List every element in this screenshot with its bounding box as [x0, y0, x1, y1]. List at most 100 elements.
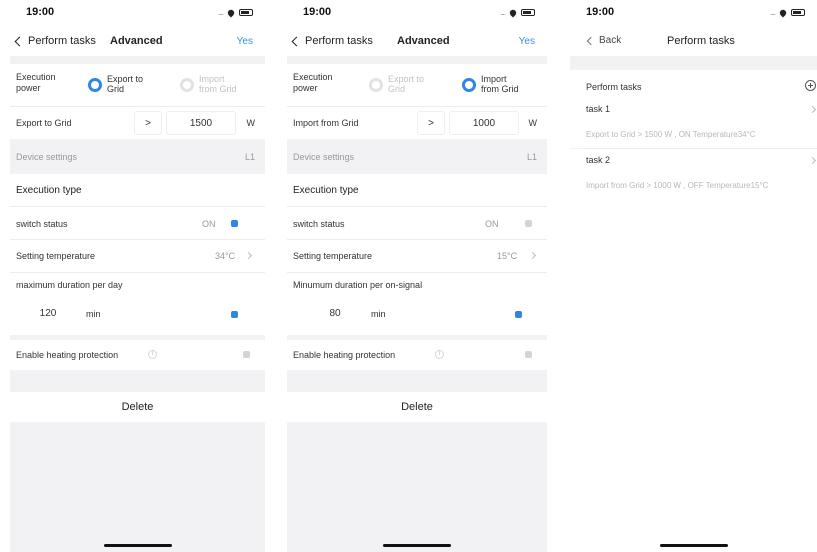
execution-type-label: Execution type [16, 185, 82, 196]
cellular-icon: .... [770, 8, 776, 17]
switch-status-value: ON [485, 219, 499, 229]
comparator-selector[interactable]: > [134, 111, 162, 135]
chevron-left-icon [586, 36, 596, 45]
duration-input[interactable]: 80 [307, 301, 363, 325]
home-indicator [103, 544, 172, 547]
cellular-icon: .... [500, 8, 506, 17]
status-time: 19:00 [586, 6, 615, 18]
nav-bar: Back Perform tasks [570, 26, 817, 56]
chevron-right-icon [808, 156, 817, 165]
switch-toggle[interactable] [525, 220, 532, 227]
page-title: Advanced [397, 35, 450, 47]
battery-icon [521, 9, 535, 16]
radio-export[interactable] [369, 78, 383, 92]
section-header: Perform tasks [570, 70, 817, 100]
task-item-1[interactable]: task 1 [570, 100, 817, 120]
screen-perform-tasks: 19:00 .... Back Perform tasks Perform ta… [570, 0, 817, 552]
grid-value-input[interactable]: 1000 [449, 111, 519, 135]
confirm-button[interactable]: Yes [237, 36, 253, 47]
switch-status-value: ON [202, 219, 216, 229]
option-import-label[interactable]: Import from Grid [481, 74, 526, 94]
setting-temperature-label: Setting temperature [16, 251, 96, 261]
switch-status-row: switch status ON [287, 207, 547, 239]
wifi-icon [226, 9, 236, 17]
nav-bar: Perform tasks Advanced Yes [10, 26, 265, 56]
execution-type-row: Execution type [10, 174, 265, 206]
option-import-label[interactable]: Import from Grid [199, 74, 244, 94]
device-settings-header: Device settings L1 [10, 143, 265, 171]
page-title: Advanced [110, 35, 163, 47]
chevron-left-icon [291, 36, 302, 46]
chevron-right-icon [528, 251, 537, 260]
status-bar: 19:00 .... [570, 0, 817, 26]
wifi-icon [508, 9, 518, 17]
heating-protection-toggle[interactable] [243, 351, 250, 358]
delete-button[interactable]: Delete [287, 392, 547, 422]
task-summary-2: Import from Grid > 1000 W , OFF Temperat… [570, 171, 817, 201]
setting-temperature-value: 34°C [215, 251, 236, 261]
home-indicator [383, 544, 451, 547]
duration-row: Minumum duration per on-signal 80 min [287, 273, 547, 335]
confirm-button[interactable]: Yes [519, 36, 535, 47]
option-export-label[interactable]: Export to Grid [107, 74, 147, 94]
battery-icon [791, 9, 805, 16]
execution-power-row: Execution power Export to Grid Import fr… [287, 64, 547, 106]
heating-protection-label: Enable heating protection [16, 350, 119, 360]
delete-button[interactable]: Delete [10, 392, 265, 422]
add-task-icon[interactable] [805, 80, 816, 91]
task-name: task 1 [586, 104, 611, 114]
radio-import[interactable] [180, 78, 194, 92]
switch-status-row: switch status ON [10, 207, 265, 239]
chevron-left-icon [14, 36, 25, 46]
radio-export-selected[interactable] [88, 78, 102, 92]
info-icon[interactable]: i [148, 350, 157, 359]
option-export-label[interactable]: Export to Grid [388, 74, 428, 94]
cellular-icon: .... [218, 8, 224, 17]
duration-row: maximum duration per day 120 min [10, 273, 265, 335]
execution-power-row: Execution power Export to Grid Import fr… [10, 64, 265, 106]
grid-unit: W [246, 118, 256, 128]
duration-label: maximum duration per day [16, 280, 123, 290]
screen-advanced-export: 19:00 .... Perform tasks Advanced Yes Ex… [10, 0, 265, 552]
duration-unit: min [371, 309, 386, 319]
task-summary-1: Export to Grid > 1500 W , ON Temperature… [570, 120, 817, 148]
chevron-right-icon [808, 105, 817, 114]
section-label: Perform tasks [586, 82, 642, 92]
task-item-2[interactable]: task 2 [570, 149, 817, 171]
device-settings-value[interactable]: L1 [527, 152, 537, 162]
info-icon[interactable]: i [435, 350, 444, 359]
heating-protection-row: Enable heating protection i [10, 340, 265, 370]
setting-temperature-value: 15°C [497, 251, 518, 261]
wifi-icon [778, 9, 788, 17]
comparator-selector[interactable]: > [417, 111, 445, 135]
back-button[interactable]: Perform tasks [291, 35, 373, 47]
switch-status-label: switch status [293, 219, 345, 229]
radio-import-selected[interactable] [462, 78, 476, 92]
duration-toggle[interactable] [231, 311, 238, 318]
chevron-right-icon [244, 251, 253, 260]
grid-value-input[interactable]: 1500 [166, 111, 236, 135]
duration-toggle[interactable] [515, 311, 522, 318]
device-settings-value[interactable]: L1 [245, 152, 255, 162]
device-settings-header: Device settings L1 [287, 143, 547, 171]
duration-label: Minumum duration per on-signal [293, 280, 423, 290]
execution-type-label: Execution type [293, 185, 359, 196]
back-button[interactable]: Back [586, 35, 621, 46]
task-summary: Export to Grid > 1500 W , ON Temperature… [586, 130, 756, 139]
duration-input[interactable]: 120 [20, 301, 76, 325]
heating-protection-row: Enable heating protection i [287, 340, 547, 370]
execution-type-row: Execution type [287, 174, 547, 206]
setting-temperature-row[interactable]: Setting temperature 15°C [287, 240, 547, 272]
heating-protection-label: Enable heating protection [293, 350, 396, 360]
execution-power-label: Execution power [293, 72, 333, 93]
heating-protection-toggle[interactable] [525, 351, 532, 358]
setting-temperature-row[interactable]: Setting temperature 34°C [10, 240, 265, 272]
home-indicator [659, 544, 728, 547]
switch-status-label: switch status [16, 219, 68, 229]
page-title: Perform tasks [667, 35, 735, 47]
setting-temperature-label: Setting temperature [293, 251, 373, 261]
switch-toggle[interactable] [231, 220, 238, 227]
back-button[interactable]: Perform tasks [14, 35, 96, 47]
task-summary: Import from Grid > 1000 W , OFF Temperat… [586, 181, 769, 190]
status-time: 19:00 [303, 6, 332, 18]
